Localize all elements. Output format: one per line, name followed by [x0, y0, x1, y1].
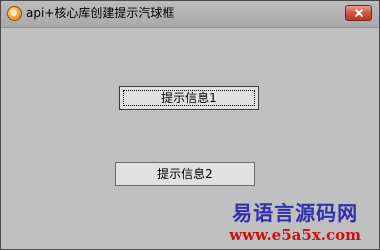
- tip-info-1-button[interactable]: 提示信息1: [119, 86, 259, 110]
- tip-info-2-button[interactable]: 提示信息2: [115, 162, 255, 186]
- app-orb-icon[interactable]: [7, 6, 22, 21]
- window-title: api+核心库创建提示汽球框: [26, 6, 175, 20]
- close-icon[interactable]: [345, 5, 372, 21]
- client-area: 提示信息1 提示信息2 易语言源码网 www.e5a5x.com: [1, 28, 379, 249]
- title-bar[interactable]: api+核心库创建提示汽球框: [1, 1, 379, 28]
- main-window: api+核心库创建提示汽球框 提示信息1 提示信息2 易语言源码网 www.e5…: [0, 0, 380, 250]
- watermark-site-name: 易语言源码网: [232, 201, 359, 225]
- site-watermark: 易语言源码网 www.e5a5x.com: [229, 201, 361, 245]
- watermark-site-url: www.e5a5x.com: [229, 226, 361, 244]
